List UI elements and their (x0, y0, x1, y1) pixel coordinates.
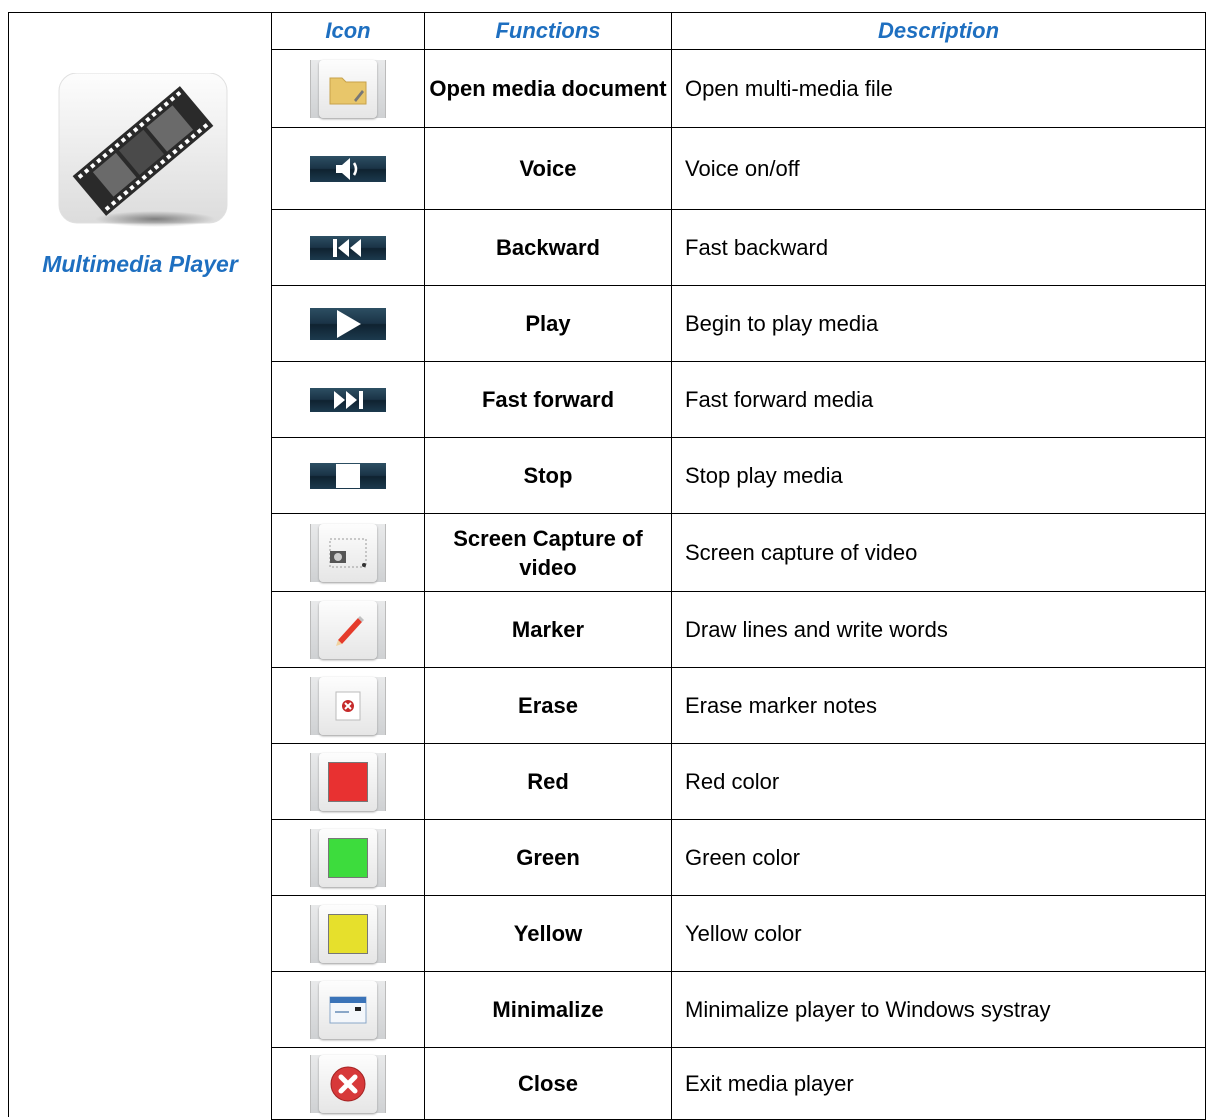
description-text: Exit media player (671, 1047, 1206, 1120)
function-label: Green (424, 819, 672, 896)
table-row: Open media document Open multi-media fil… (271, 49, 1206, 128)
description-text: Green color (671, 819, 1206, 896)
red-button[interactable] (310, 752, 386, 811)
description-text: Erase marker notes (671, 667, 1206, 744)
function-label: Voice (424, 127, 672, 210)
table-row: Close Exit media player (271, 1047, 1206, 1120)
description-text: Open multi-media file (671, 49, 1206, 128)
description-text: Minimalize player to Windows systray (671, 971, 1206, 1048)
function-label: Minimalize (424, 971, 672, 1048)
function-label: Erase (424, 667, 672, 744)
skip-back-icon (333, 238, 361, 257)
app-title: Multimedia Player (42, 251, 238, 277)
marker-button[interactable] (310, 600, 386, 659)
backward-button[interactable] (310, 235, 386, 260)
table-row: Screen Capture of video Screen capture o… (271, 513, 1206, 592)
function-label: Open media document (424, 49, 672, 128)
description-text: Voice on/off (671, 127, 1206, 210)
table-row: Voice Voice on/off (271, 127, 1206, 210)
voice-button[interactable] (310, 155, 386, 182)
function-label: Backward (424, 209, 672, 286)
description-text: Draw lines and write words (671, 591, 1206, 668)
description-text: Yellow color (671, 895, 1206, 972)
description-text: Stop play media (671, 437, 1206, 514)
table-row: Erase Erase marker notes (271, 667, 1206, 744)
table-row: Fast forward Fast forward media (271, 361, 1206, 438)
screen-capture-button[interactable] (310, 523, 386, 582)
table-row: Red Red color (271, 743, 1206, 820)
description-text: Red color (671, 743, 1206, 820)
function-label: Fast forward (424, 361, 672, 438)
table-row: Marker Draw lines and write words (271, 591, 1206, 668)
table-row: Minimalize Minimalize player to Windows … (271, 971, 1206, 1048)
camera-icon (329, 538, 367, 567)
function-label: Marker (424, 591, 672, 668)
close-icon (330, 1066, 366, 1101)
green-button[interactable] (310, 828, 386, 887)
stop-icon (336, 463, 360, 488)
play-icon (337, 309, 361, 338)
red-swatch-icon (328, 761, 368, 802)
table-row: Play Begin to play media (271, 285, 1206, 362)
speaker-icon (336, 157, 358, 180)
fast-forward-button[interactable] (310, 387, 386, 412)
header-icon: Icon (271, 12, 425, 50)
play-button[interactable] (310, 307, 386, 340)
function-label: Yellow (424, 895, 672, 972)
erase-button[interactable] (310, 676, 386, 735)
eraser-icon (335, 691, 361, 720)
folder-icon (329, 77, 367, 104)
function-label: Stop (424, 437, 672, 514)
header-description: Description (671, 12, 1206, 50)
description-text: Fast forward media (671, 361, 1206, 438)
pencil-icon (336, 615, 364, 646)
table-row: Yellow Yellow color (271, 895, 1206, 972)
yellow-swatch-icon (328, 913, 368, 954)
description-text: Begin to play media (671, 285, 1206, 362)
yellow-button[interactable] (310, 904, 386, 963)
app-cell: Multimedia Player (9, 13, 271, 1117)
stop-button[interactable] (310, 462, 386, 489)
table-row: Green Green color (271, 819, 1206, 896)
minimize-icon (329, 996, 367, 1023)
table-row: Stop Stop play media (271, 437, 1206, 514)
skip-forward-icon (334, 390, 363, 409)
description-text: Fast backward (671, 209, 1206, 286)
function-label: Play (424, 285, 672, 362)
function-label: Screen Capture of video (424, 513, 672, 592)
film-strip-icon (58, 73, 228, 227)
function-label: Red (424, 743, 672, 820)
functions-table: Icon Functions Description Open media do… (271, 12, 1206, 1120)
function-label: Close (424, 1047, 672, 1120)
close-button[interactable] (310, 1054, 386, 1113)
open-media-button[interactable] (310, 59, 386, 118)
header-row: Icon Functions Description (271, 12, 1206, 50)
table-row: Backward Fast backward (271, 209, 1206, 286)
header-functions: Functions (424, 12, 672, 50)
minimalize-button[interactable] (310, 980, 386, 1039)
description-text: Screen capture of video (671, 513, 1206, 592)
green-swatch-icon (328, 837, 368, 878)
